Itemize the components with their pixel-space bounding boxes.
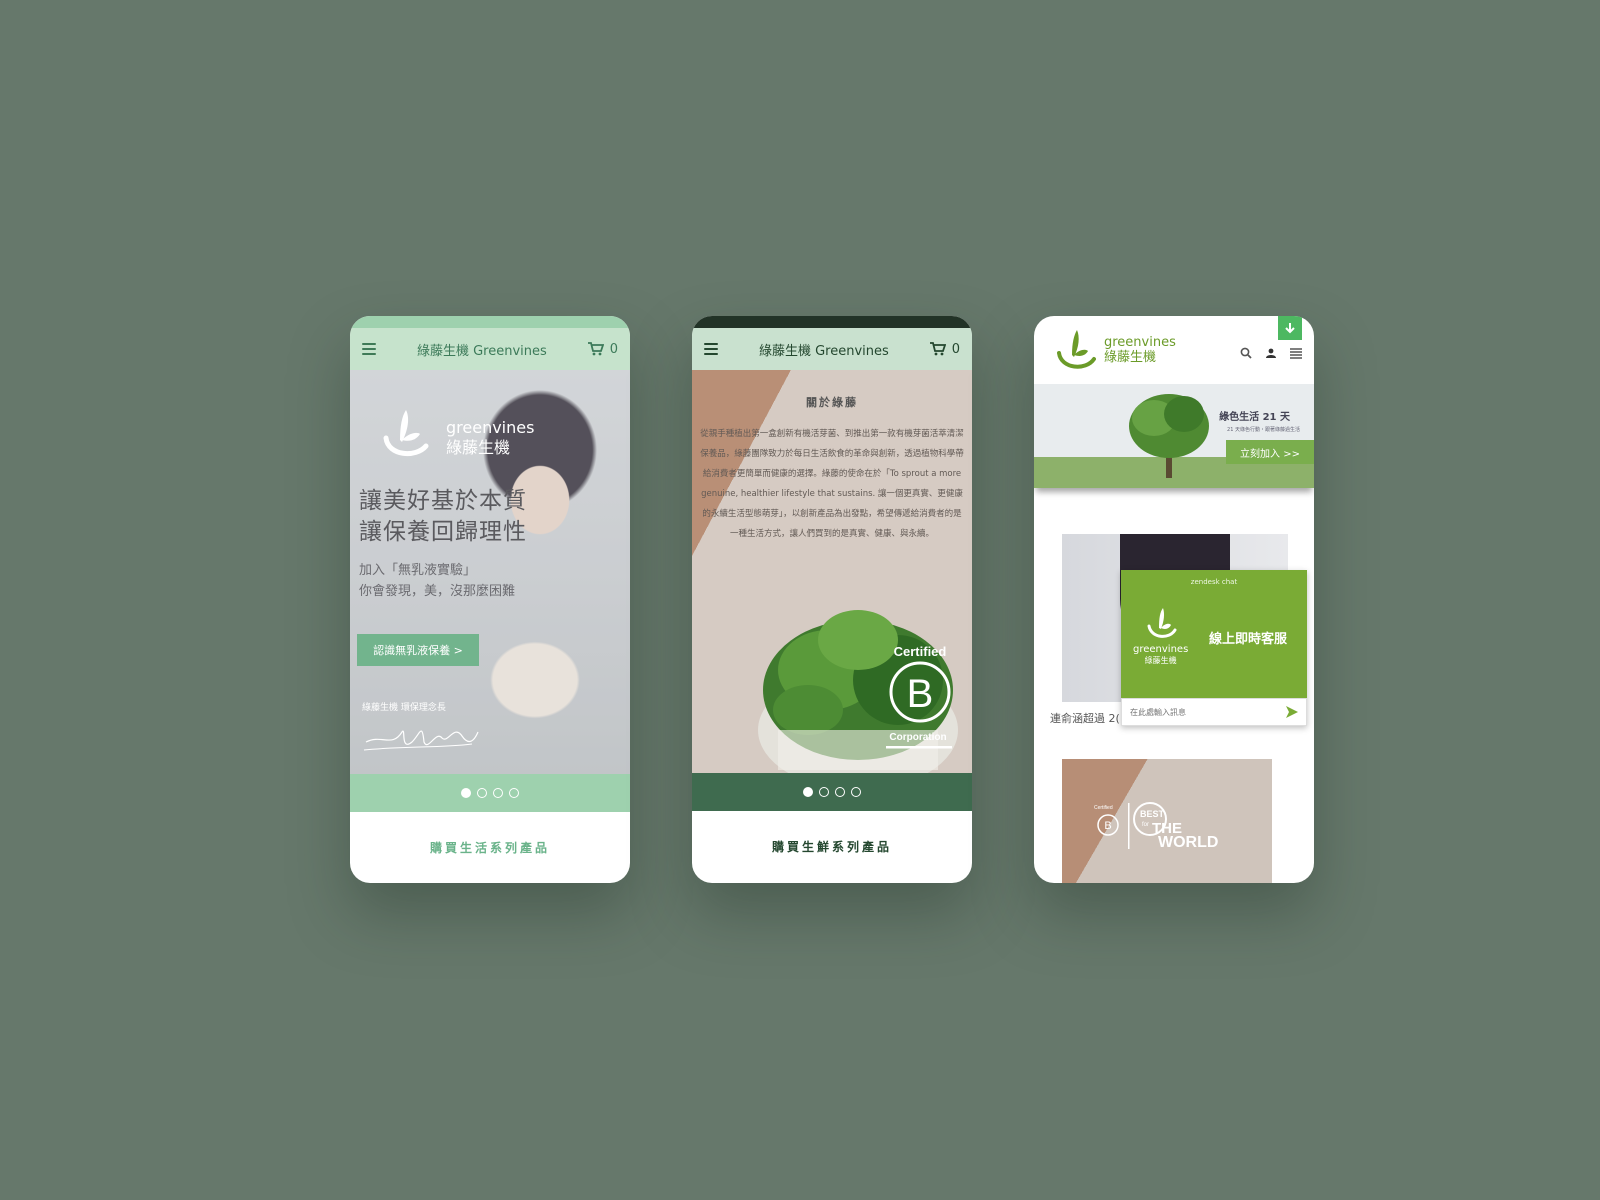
mobile-header: 綠藤生機 Greenvines 0 <box>692 316 972 370</box>
hero-slogan: 讓美好基於本質 讓保養回歸理性 <box>359 486 527 548</box>
carousel-indicator <box>692 773 972 811</box>
cart-button[interactable]: 0 <box>929 341 960 357</box>
shop-fresh-link[interactable]: 購買生鮮系列產品 <box>692 811 972 882</box>
download-arrow-icon <box>1285 323 1295 334</box>
article-caption[interactable]: 連俞涵超過 2( <box>1050 710 1120 726</box>
slogan-line: 讓美好基於本質 <box>359 488 527 514</box>
cart-count: 0 <box>609 341 618 357</box>
hero-banner: greenvines 綠藤生機 讓美好基於本質 讓保養回歸理性 加入「無乳液實驗… <box>350 370 630 774</box>
download-button[interactable] <box>1278 316 1302 340</box>
cart-icon <box>587 342 604 356</box>
logo-text-en: greenvines <box>446 418 535 437</box>
carousel-dot[interactable] <box>835 787 845 797</box>
carousel-dot[interactable] <box>509 788 519 798</box>
header-actions <box>1240 347 1302 359</box>
learn-more-button[interactable]: 認識無乳液保養 > <box>357 634 479 666</box>
bcorp-certified: Certified <box>894 644 947 659</box>
brand-title[interactable]: 綠藤生機 Greenvines <box>417 340 547 359</box>
brand-title[interactable]: 綠藤生機 Greenvines <box>759 340 889 359</box>
handwritten-signature <box>363 730 479 751</box>
carousel-dot[interactable] <box>461 788 471 798</box>
about-body: 從親手種植出第一盒創新有機活芽菌、到推出第一款有機芽菌活萃清潔保養品，綠藤團隊致… <box>700 429 964 539</box>
carousel-dot[interactable] <box>803 787 813 797</box>
award-for: for <box>1142 822 1149 828</box>
logo-text-zh: 綠藤生機 <box>1104 350 1157 365</box>
award-banner[interactable]: B Certified BEST for THE WORLD <box>1062 759 1272 883</box>
subtitle-line: 加入「無乳液實驗」 <box>359 563 477 578</box>
promo-banner[interactable]: 綠色生活 21 天 21 天綠色行動・跟著綠藤過生活 立刻加入 >> <box>1034 384 1314 488</box>
logo-text: greenvines 綠藤生機 <box>446 418 534 458</box>
mobile-header: 綠藤生機 Greenvines 0 <box>350 316 630 370</box>
chat-message-input[interactable] <box>1130 707 1286 717</box>
carousel-dot[interactable] <box>477 788 487 798</box>
user-icon[interactable] <box>1266 348 1276 358</box>
carousel-dot[interactable] <box>493 788 503 798</box>
b-corp-badge: Certified B Corporation <box>886 644 952 749</box>
shop-lifestyle-link[interactable]: 購買生活系列產品 <box>350 812 630 883</box>
carousel-indicator <box>350 774 630 812</box>
greenvines-logo-icon <box>1147 608 1177 638</box>
banner-title: 綠色生活 21 天 <box>1219 412 1290 423</box>
award-world: WORLD <box>1158 834 1218 851</box>
bcorp-letter: B <box>907 672 934 716</box>
bcorp-corporation: Corporation <box>889 732 946 743</box>
menu-icon[interactable] <box>1290 347 1302 359</box>
about-title: 關於綠藤 <box>806 396 858 409</box>
logo-text-zh: 綠藤生機 <box>446 438 511 457</box>
chat-input-bar <box>1121 698 1307 726</box>
phone-screen-lifestyle: 綠藤生機 Greenvines 0 greenvines 綠藤生機 讓美好基於本… <box>350 316 630 883</box>
phone-screen-about: 綠藤生機 Greenvines 0 關於綠藤 從親手種植出第一盒創新有機活芽菌、… <box>692 316 972 883</box>
greenvines-logo-icon[interactable] <box>1056 327 1096 373</box>
zendesk-chat-widget[interactable]: zendesk chat greenvines 綠藤生機 線上即時客服 <box>1121 570 1307 726</box>
join-now-button[interactable]: 立刻加入 >> <box>1226 440 1314 464</box>
banner-subtitle: 21 天綠色行動・跟著綠藤過生活 <box>1227 427 1300 433</box>
chat-brand-zh: 綠藤生機 <box>1144 656 1177 665</box>
tree-illustration <box>1129 394 1209 478</box>
send-icon[interactable] <box>1286 706 1298 718</box>
chat-brand-en: greenvines <box>1133 644 1189 655</box>
carousel-dot[interactable] <box>851 787 861 797</box>
search-icon[interactable] <box>1240 347 1252 359</box>
chat-brand: greenvines 綠藤生機 <box>1133 644 1188 666</box>
cart-count: 0 <box>951 341 960 357</box>
award-certified: Certified <box>1094 805 1113 811</box>
svg-text:B: B <box>1104 820 1111 832</box>
carousel-dot[interactable] <box>819 787 829 797</box>
award-best: BEST <box>1140 809 1165 819</box>
menu-icon[interactable] <box>362 343 376 355</box>
phone-screen-home: greenvines 綠藤生機 綠色生活 21 天 21 天綠色行動・跟著綠藤過… <box>1034 316 1314 883</box>
slogan-line: 讓保養回歸理性 <box>359 519 527 545</box>
site-header: greenvines 綠藤生機 <box>1034 316 1314 384</box>
hero-subtitle: 加入「無乳液實驗」 你會發現，美，沒那麼困難 <box>359 560 515 602</box>
greenvines-logo-icon <box>383 410 429 456</box>
best-for-the-world-badge: B Certified BEST for THE WORLD <box>1094 802 1218 851</box>
home-content: 連俞涵超過 2( zendesk chat greenvines 綠藤生機 線上… <box>1034 488 1314 883</box>
chat-header: zendesk chat <box>1190 578 1238 586</box>
menu-icon[interactable] <box>704 343 718 355</box>
about-section: 關於綠藤 從親手種植出第一盒創新有機活芽菌、到推出第一款有機芽菌活萃清潔保養品，… <box>692 370 972 773</box>
logo-text-en: greenvines <box>1104 335 1176 350</box>
logo-text: greenvines 綠藤生機 <box>1104 335 1176 365</box>
cart-button[interactable]: 0 <box>587 341 618 357</box>
chat-title: 線上即時客服 <box>1209 632 1288 647</box>
subtitle-line: 你會發現，美，沒那麼困難 <box>359 584 516 599</box>
cart-icon <box>929 342 946 356</box>
